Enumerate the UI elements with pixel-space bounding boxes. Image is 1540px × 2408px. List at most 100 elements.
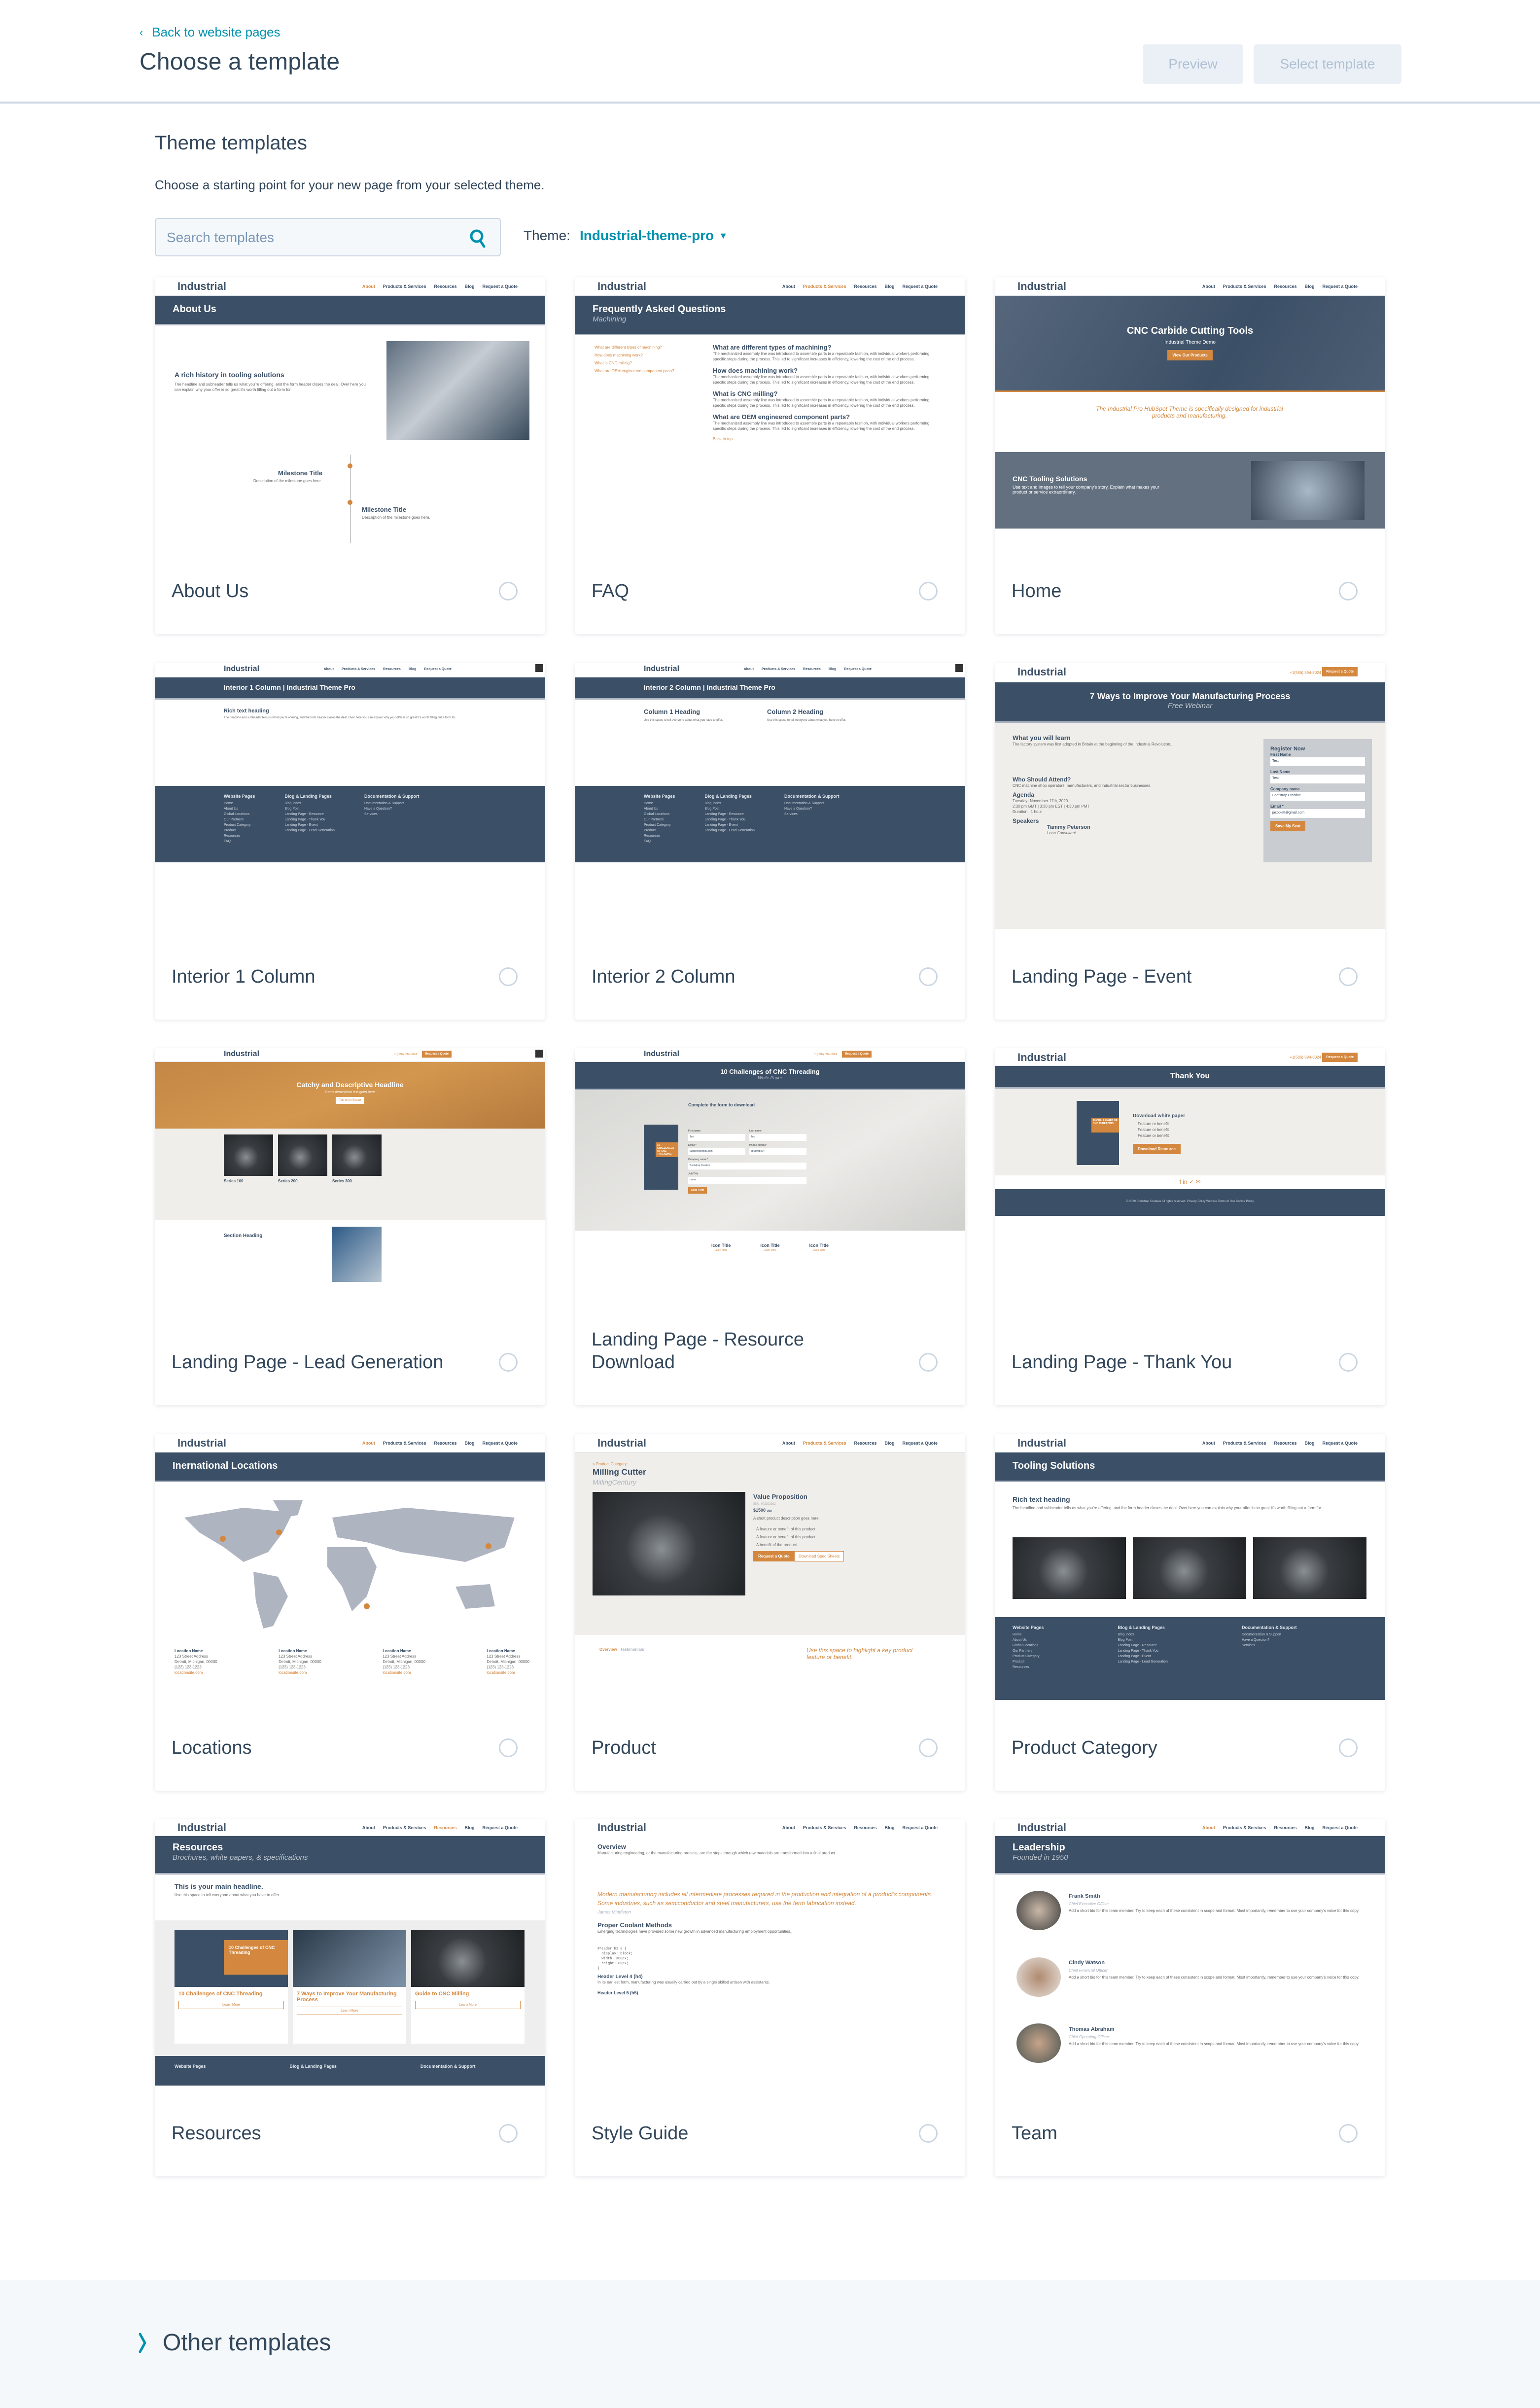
preview-element: Register Now First Name Test Last Name Tes… [1263, 739, 1372, 862]
preview-element: Request a Quote [842, 1051, 872, 1058]
search-placeholder: Search templates [167, 230, 274, 245]
preview-element: Email * [1270, 804, 1284, 809]
theme-dropdown[interactable]: Industrial-theme-pro ▼ [580, 228, 728, 244]
preview-element: About Products & Services Resources Blog Req… [782, 284, 938, 289]
preview-element: Industrial [224, 665, 260, 673]
template-card-landing-page-lead-generation[interactable]: Industrial +1(586) 894-8024 Request a Quot… [155, 1048, 545, 1405]
preview-element: Add a short bio for this team member. Tr… [1069, 1975, 1360, 1980]
back-to-website-pages-link[interactable]: ‹ Back to website pages [140, 25, 280, 40]
preview-element: Request a Quote [844, 668, 872, 671]
preview-element: Interior 2 Column | Industrial Theme Pro [644, 683, 775, 691]
preview-element: Blog Index [284, 802, 301, 805]
search-templates-input[interactable]: Search templates [155, 218, 501, 256]
preview-element: What are different types of machining? [595, 345, 662, 350]
preview-element: What are different types of machining? Ho… [595, 344, 674, 375]
select-radio[interactable] [499, 1353, 518, 1372]
preview-element: locationsite.com [383, 1670, 411, 1675]
template-card-landing-page-thank-you[interactable]: Industrial +1(586) 894-8024 Request a Quot… [995, 1048, 1385, 1405]
template-card-style-guide[interactable]: Industrial About Products & Services Resour… [575, 1819, 965, 2176]
preview-element: About Products & Services Resources Blog Req… [362, 1825, 518, 1830]
preview-element: Have a Question? [364, 807, 392, 811]
preview-element: Industrial About Products & Services Resour… [575, 277, 965, 296]
select-radio[interactable] [499, 582, 518, 601]
preview-element: Download Resource [1133, 1144, 1181, 1154]
preview-element: Machining [593, 315, 627, 323]
select-radio[interactable] [919, 967, 938, 986]
select-radio[interactable] [1339, 582, 1358, 601]
preview-element: Industrial About Products & Services Resour… [155, 1819, 545, 1836]
select-radio[interactable] [919, 2124, 938, 2143]
preview-element [293, 1930, 406, 1987]
template-card-locations[interactable]: Industrial About Products & Services Resour… [155, 1434, 545, 1791]
preview-element: A feature or benefit of this product [756, 1527, 816, 1531]
template-name: Resources [172, 2123, 261, 2144]
preview-element [278, 1134, 327, 1176]
select-radio[interactable] [1339, 2124, 1358, 2143]
preview-element: Download Spec Sheets [794, 1551, 844, 1561]
template-card-product-category[interactable]: Industrial About Products & Services Resour… [995, 1434, 1385, 1791]
search-icon[interactable] [468, 228, 488, 249]
template-card-interior-1-column[interactable]: Industrial About Products & Services Resour… [155, 663, 545, 1020]
preview-element: Request a Quote [422, 1051, 452, 1058]
select-radio[interactable] [1339, 967, 1358, 986]
preview-element: Series 100 Series 200 Series 300 [155, 1129, 545, 1220]
preview-element: Website Pages Blog & Landing Pages Documen… [155, 2056, 545, 2086]
preview-element: About [782, 1441, 795, 1446]
preview-element: Home [224, 802, 233, 805]
preview-element: +1(586) 894-8024 [813, 1053, 837, 1056]
preview-element: 123 Street Address [279, 1654, 313, 1659]
template-card-landing-page-resource-download[interactable]: Industrial +1(586) 894-8024 Request a Quot… [575, 1048, 965, 1405]
preview-element: Blog [884, 1825, 895, 1830]
preview-element: Industrial [644, 1050, 680, 1058]
template-card-landing-page-event[interactable]: Industrial +1(586) 894-8024 Request a Quot… [995, 663, 1385, 1020]
preview-element: Products & Services [341, 668, 376, 671]
select-radio[interactable] [1339, 1353, 1358, 1372]
template-card-home[interactable]: Industrial About Products & Services Resour… [995, 277, 1385, 634]
preview-element: Blog Post [284, 807, 300, 811]
template-card-about-us[interactable]: Industrial About Products & Services Resour… [155, 277, 545, 634]
preview-element: Resources [434, 1825, 457, 1830]
template-card-team[interactable]: Industrial About Products & Services Resour… [995, 1819, 1385, 2176]
preview-element: Bootstrap Creative [688, 1163, 806, 1169]
select-radio[interactable] [919, 582, 938, 601]
select-radio[interactable] [919, 1353, 938, 1372]
template-preview: Industrial About Products & Services Resour… [155, 1434, 545, 1700]
preview-element: 10 Challenges of CNC Threading White Pape… [575, 1062, 965, 1090]
preview-element: 10 Challenges of CNC Threading 10 Challe… [155, 1920, 545, 2056]
template-name: Landing Page - Event [1012, 966, 1192, 987]
preview-element: A rich history in tooling solutions [175, 371, 284, 379]
select-radio[interactable] [919, 1738, 938, 1757]
preview-element: First name Test [688, 1129, 745, 1141]
preview-element: Industrial [597, 1437, 647, 1449]
template-card-product[interactable]: Industrial About Products & Services Resour… [575, 1434, 965, 1791]
template-card-resources[interactable]: Industrial About Products & Services Resour… [155, 1819, 545, 2176]
preview-element: Interior 1 Column | Industrial Theme Pro [155, 677, 545, 700]
template-card-faq[interactable]: Industrial About Products & Services Resour… [575, 277, 965, 634]
template-preview: Industrial About Products & Services Resour… [995, 1819, 1385, 2086]
select-radio[interactable] [499, 1738, 518, 1757]
preview-element: 10 CHALLENGES OF CNC THREADING [656, 1142, 678, 1157]
preview-element: Use this space to tell everyone about wh… [175, 1893, 280, 1897]
preview-element: < Product Category [593, 1462, 627, 1466]
preview-element: Industrial About Products & Services Resour… [575, 1434, 965, 1452]
preview-element: Global Locations [644, 813, 670, 816]
preview-element: Complete the form to download [688, 1102, 755, 1107]
select-radio[interactable] [1339, 1738, 1358, 1757]
template-card-interior-2-column[interactable]: Industrial About Products & Services Resour… [575, 663, 965, 1020]
preview-element: Products & Services [383, 1441, 426, 1446]
preview-button[interactable]: Preview [1143, 44, 1243, 84]
other-templates-toggle[interactable]: Other templates [138, 2329, 331, 2356]
preview-element: Home [644, 802, 653, 805]
template-name: Landing Page - Lead Generation [172, 1352, 444, 1373]
select-radio[interactable] [499, 967, 518, 986]
preview-element: About Products & Services Resources Blog Req… [1202, 1441, 1358, 1446]
page-header: ‹ Back to website pages Choose a templat… [0, 0, 1540, 104]
select-radio[interactable] [499, 2124, 518, 2143]
preview-element: 10 CHALLENGES OF CNC THREADING [1091, 1118, 1119, 1133]
preview-element: Blog & Landing Pages [289, 2064, 337, 2069]
preview-element: Landing Page - Thank You [284, 818, 325, 821]
preview-element: Series 200 [278, 1179, 298, 1183]
page-title: Choose a template [140, 49, 340, 75]
preview-element: Industrial [597, 280, 647, 292]
select-template-button[interactable]: Select template [1254, 44, 1401, 84]
